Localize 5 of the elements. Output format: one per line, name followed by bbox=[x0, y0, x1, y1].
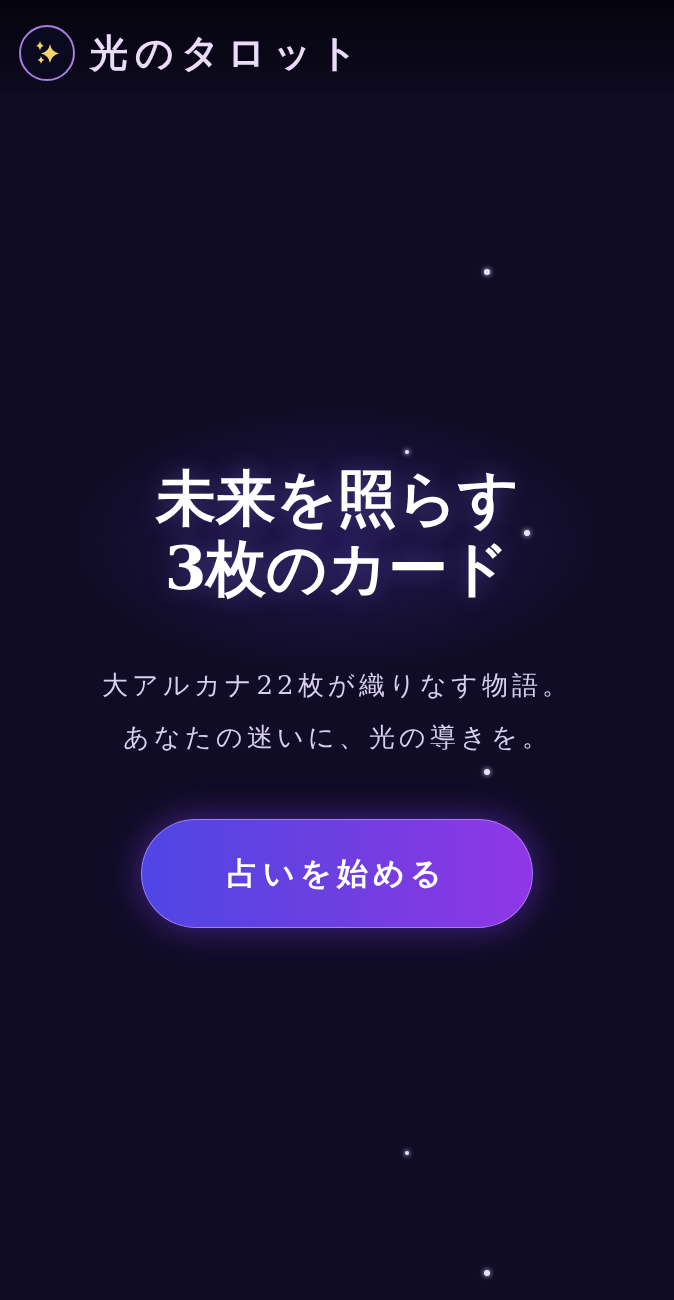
hero-heading: 未来を照らす 3枚のカード bbox=[155, 463, 519, 603]
sparkles-icon bbox=[19, 25, 75, 81]
site-title: 光のタロット bbox=[90, 29, 365, 77]
start-button[interactable]: 占いを始める bbox=[141, 819, 533, 928]
hero-description: 大アルカナ22枚が織りなす物語。 あなたの迷いに、光の導きを。 bbox=[102, 669, 572, 754]
